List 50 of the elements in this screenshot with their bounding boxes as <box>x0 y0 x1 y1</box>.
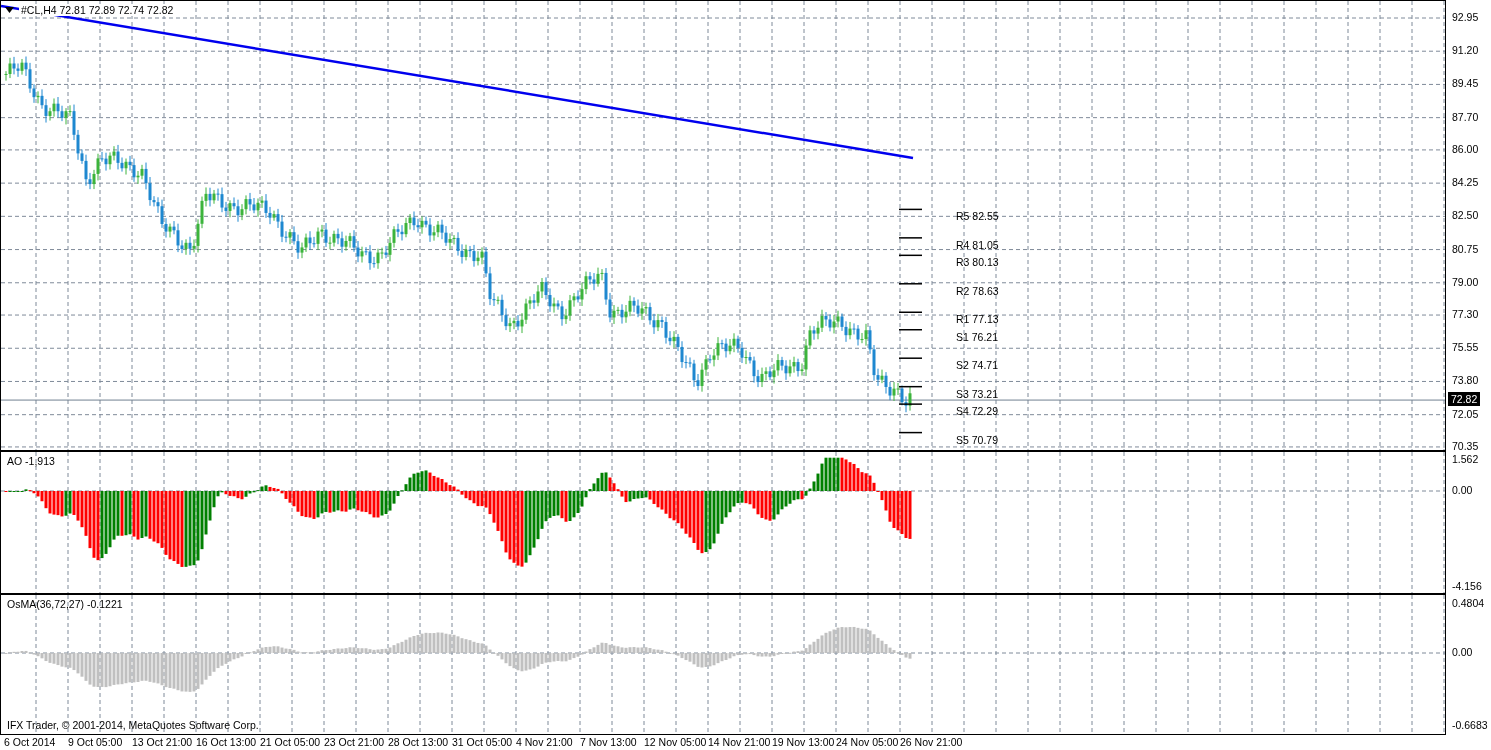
price-label: 87.70 <box>1452 109 1479 124</box>
time-label: 31 Oct 05:00 <box>452 736 513 749</box>
scale-label: -0.6683 <box>1452 718 1488 732</box>
scale-label: 0.00 <box>1452 645 1473 659</box>
time-label: 12 Nov 05:00 <box>644 736 707 749</box>
time-label: 21 Oct 05:00 <box>260 736 321 749</box>
price-label: 77.30 <box>1452 307 1479 322</box>
pivot-label: S1 76.21 <box>956 329 999 344</box>
pivot-label: R2 78.63 <box>956 283 999 298</box>
time-label: 6 Oct 2014 <box>4 736 56 749</box>
price-label: 79.00 <box>1452 274 1479 289</box>
time-label: 23 Oct 21:00 <box>324 736 385 749</box>
time-label: 13 Oct 21:00 <box>132 736 193 749</box>
current-price-label: 72.82 <box>1448 392 1481 407</box>
indicator-legend: OsMA(36,72,27) -0.1221 <box>7 598 123 610</box>
price-label: 82.50 <box>1452 208 1479 223</box>
pivot-label: S4 72.29 <box>956 404 999 419</box>
price-label: 91.20 <box>1452 43 1479 58</box>
scale-label: 0.4804 <box>1452 596 1485 610</box>
price-label: 75.55 <box>1452 340 1479 355</box>
price-label: 84.25 <box>1452 175 1479 190</box>
copyright-text: IFX Trader, © 2001-2014, MetaQuotes Software Corp. <box>7 719 259 731</box>
scale-label: 1.562 <box>1452 452 1479 466</box>
time-label: 28 Oct 13:00 <box>388 736 449 749</box>
pivot-label: S3 73.21 <box>956 386 999 401</box>
pivot-label: R5 82.55 <box>956 209 999 224</box>
pivot-label: S5 70.79 <box>956 432 999 447</box>
price-label: 92.95 <box>1452 10 1479 24</box>
time-label: 24 Nov 05:00 <box>836 736 899 749</box>
time-label: 9 Oct 05:00 <box>68 736 123 749</box>
scale-label: 0.00 <box>1452 483 1473 497</box>
time-label: 16 Oct 13:00 <box>196 736 257 749</box>
time-label: 4 Nov 21:00 <box>516 736 573 749</box>
indicator-legend: AO -1,913 <box>7 455 55 467</box>
chart-legend: #CL,H4 72.81 72.89 72.74 72.82 <box>19 4 176 16</box>
pivot-label: R4 81.05 <box>956 237 999 252</box>
time-label: 26 Nov 21:00 <box>900 736 963 749</box>
time-label: 7 Nov 13:00 <box>580 736 637 749</box>
price-label: 89.45 <box>1452 76 1479 91</box>
time-label: 14 Nov 21:00 <box>708 736 771 749</box>
scale-label: -4.156 <box>1452 579 1482 593</box>
price-label: 73.80 <box>1452 373 1479 388</box>
pivot-label: R3 80.13 <box>956 255 999 270</box>
price-label: 72.05 <box>1452 406 1479 421</box>
pivot-label: S2 74.71 <box>956 358 999 373</box>
pivot-label: R1 77.13 <box>956 312 999 327</box>
price-label: 70.35 <box>1452 438 1479 453</box>
price-label: 80.75 <box>1452 241 1479 256</box>
time-label: 19 Nov 13:00 <box>772 736 835 749</box>
price-label: 86.00 <box>1452 141 1479 156</box>
